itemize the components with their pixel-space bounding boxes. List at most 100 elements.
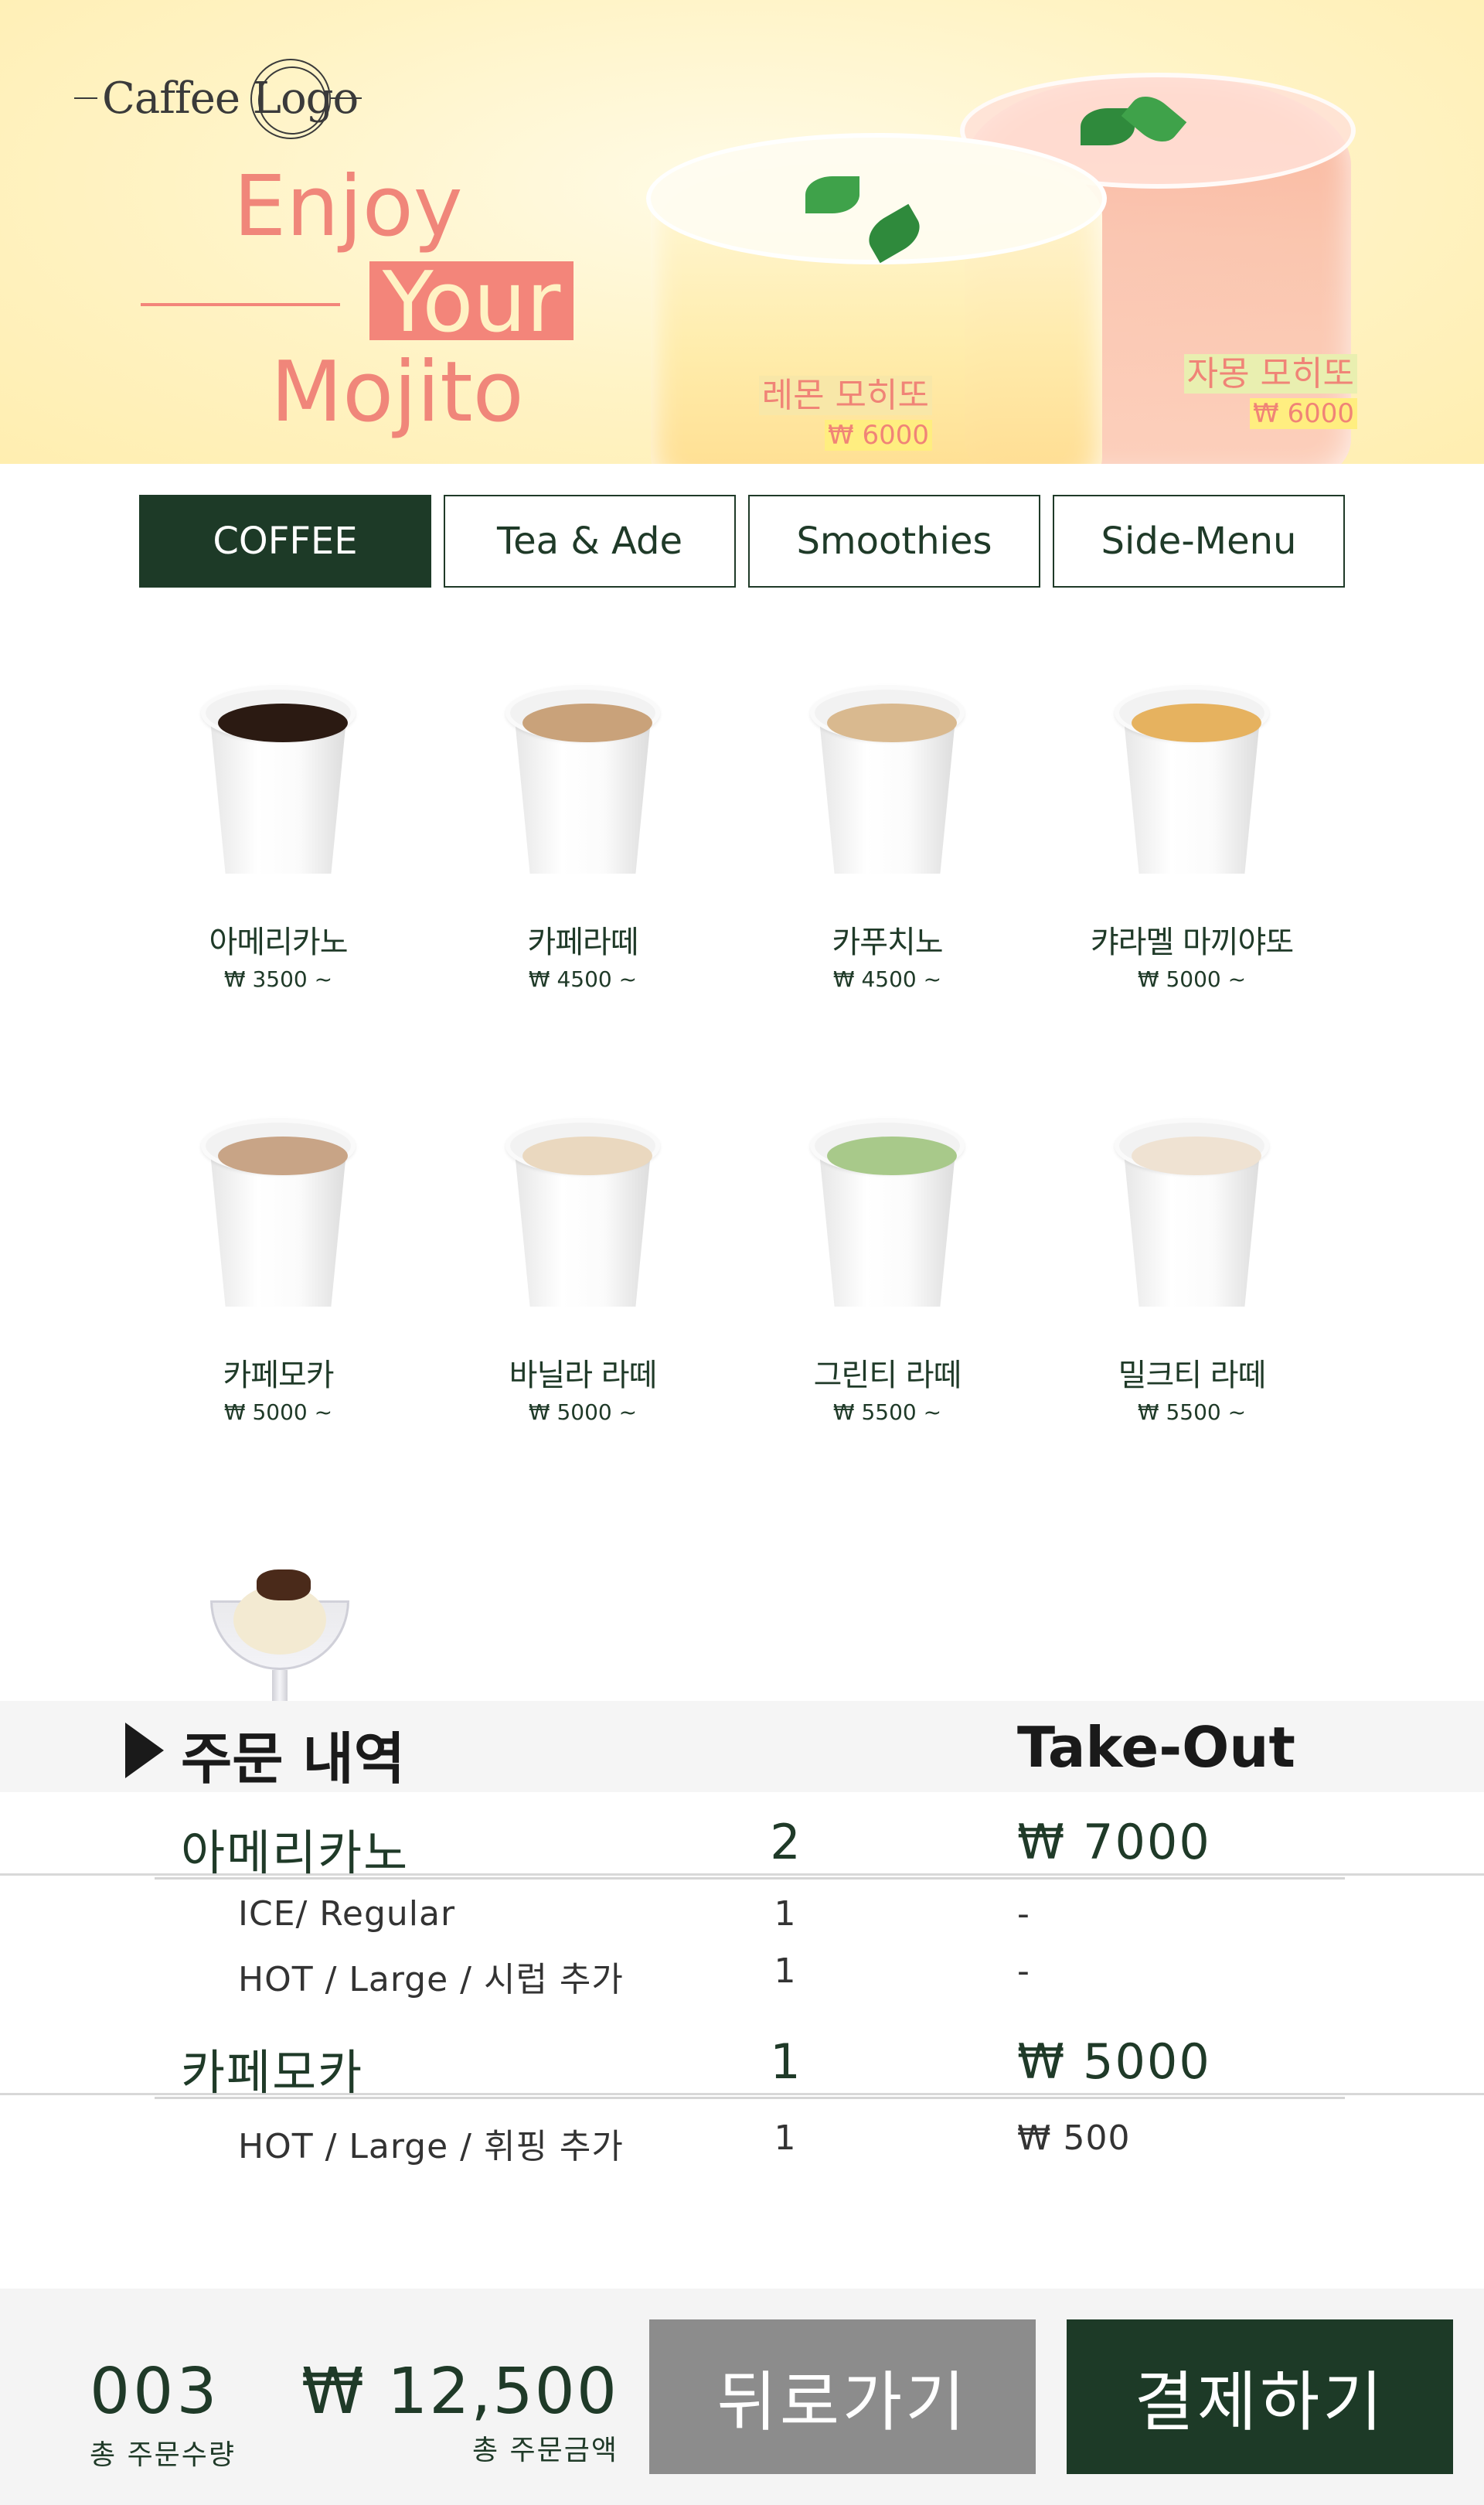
lemon-mojito-name: 레몬 모히또 <box>758 376 932 415</box>
order-mode[interactable]: Take-Out <box>1017 1715 1295 1780</box>
hero-banner: Caffee Logo Enjoy Your Mojito 레몬 모히또 ₩ 6… <box>0 0 1484 464</box>
cup-top <box>810 1118 965 1175</box>
grapefruit-mojito-tag: 자몽 모히또 ₩ 6000 <box>1172 354 1357 431</box>
coffee-surface <box>522 1137 652 1175</box>
coffee-cup-image <box>201 680 356 874</box>
order-item-name: 카페모카 <box>181 2044 364 2101</box>
menu-item-milktea-latte[interactable]: 밀크티 라떼 ₩ 5500 ~ <box>1053 1113 1331 1425</box>
menu-item-affogato[interactable] <box>203 1569 357 1701</box>
logo-ring <box>250 59 331 139</box>
order-option-row: HOT / Large / 시럽 추가 1 - <box>0 1951 1484 1999</box>
play-triangle-icon <box>125 1723 164 1778</box>
menu-item-cafe-latte[interactable]: 카페라떼 ₩ 4500 ~ <box>444 680 722 992</box>
order-option-label: HOT / Large / 시럽 추가 <box>238 1960 624 1999</box>
order-option-qty: 1 <box>774 1894 797 1934</box>
coffee-surface <box>827 704 957 742</box>
cup-top <box>505 685 660 742</box>
category-tabs: COFFEE Tea & Ade Smoothies Side-Menu <box>139 495 1345 588</box>
coffee-cup-image <box>1115 1113 1269 1307</box>
menu-item-caramel-macchiato[interactable]: 캬라멜 마끼야또 ₩ 5000 ~ <box>1053 680 1331 992</box>
mint-leaf-icon <box>805 176 859 213</box>
coffee-surface <box>218 704 348 742</box>
order-title: 주문 내역 <box>181 1726 406 1791</box>
coffee-surface <box>827 1137 957 1175</box>
grapefruit-mojito-price: ₩ 6000 <box>1250 398 1357 430</box>
cup-top <box>505 1118 660 1175</box>
menu-item-name: 카페모카 <box>223 1358 334 1393</box>
cafe-logo: Caffee Logo <box>74 56 368 141</box>
tab-coffee[interactable]: COFFEE <box>139 495 431 588</box>
order-header: 주문 내역 Take-Out <box>0 1701 1484 1792</box>
menu-item-price: ₩ 4500 ~ <box>528 966 638 992</box>
order-item-row[interactable]: 카페모카 1 ₩ 5000 <box>0 2033 1484 2101</box>
order-item-qty: 2 <box>770 1814 801 1870</box>
menu-item-price: ₩ 5000 ~ <box>528 1399 638 1425</box>
slogan-your: Your <box>369 261 574 345</box>
lemon-mojito-tag: 레몬 모히또 ₩ 6000 <box>754 376 932 452</box>
menu-item-greentea-latte[interactable]: 그린티 라떼 ₩ 5500 ~ <box>748 1113 1026 1425</box>
pay-button[interactable]: 결제하기 <box>1067 2319 1453 2474</box>
menu-item-cappuccino[interactable]: 카푸치노 ₩ 4500 ~ <box>748 680 1026 992</box>
coffee-surface <box>1132 1137 1261 1175</box>
menu-item-price: ₩ 4500 ~ <box>832 966 942 992</box>
menu-item-price: ₩ 5500 ~ <box>832 1399 942 1425</box>
total-amount: ₩ 12,500 <box>301 2355 618 2428</box>
menu-item-name: 그린티 라떼 <box>813 1358 962 1393</box>
cup-top <box>1115 685 1269 742</box>
order-option-row: ICE/ Regular 1 - <box>0 1894 1484 1941</box>
coffee-surface <box>1132 704 1261 742</box>
menu-item-price: ₩ 3500 ~ <box>223 966 333 992</box>
total-count-label: 총 주문수량 <box>90 2439 237 2471</box>
chocolate-topping <box>257 1569 311 1600</box>
coffee-cup-image <box>1115 680 1269 874</box>
tab-tea-ade[interactable]: Tea & Ade <box>444 495 736 588</box>
order-item-qty: 1 <box>770 2033 801 2090</box>
menu-item-name: 카푸치노 <box>832 925 943 960</box>
cup-top <box>201 685 356 742</box>
order-footer: 003 총 주문수량 ₩ 12,500 총 주문금액 뒤로가기 결제하기 <box>0 2289 1484 2505</box>
total-amount-label: 총 주문금액 <box>471 2435 618 2466</box>
total-count: 003 <box>90 2355 220 2428</box>
order-item-price: ₩ 7000 <box>1017 1814 1211 1870</box>
order-divider <box>155 1877 1345 1880</box>
cup-top <box>1115 1118 1269 1175</box>
order-option-price: - <box>1017 1951 1030 1991</box>
order-option-price: - <box>1017 1894 1030 1934</box>
lemon-mojito-price: ₩ 6000 <box>825 420 932 452</box>
order-option-qty: 1 <box>774 2118 797 2158</box>
menu-item-name: 바닐라 라떼 <box>509 1358 658 1393</box>
menu-item-americano[interactable]: 아메리카노 ₩ 3500 ~ <box>139 680 417 992</box>
logo-tail <box>331 97 362 99</box>
menu-item-name: 카페라떼 <box>527 925 638 960</box>
logo-line <box>74 97 97 99</box>
order-option-price: ₩ 500 <box>1017 2118 1131 2158</box>
menu-item-price: ₩ 5000 ~ <box>1137 966 1247 992</box>
order-item-name: 아메리카노 <box>181 1825 410 1881</box>
order-divider <box>155 2097 1345 2099</box>
coffee-surface <box>522 704 652 742</box>
menu-item-price: ₩ 5500 ~ <box>1137 1399 1247 1425</box>
menu-item-name: 밀크티 라떼 <box>1118 1358 1267 1393</box>
order-option-row: HOT / Large / 휘핑 추가 1 ₩ 500 <box>0 2118 1484 2166</box>
menu-item-price: ₩ 5000 ~ <box>223 1399 333 1425</box>
menu-item-name: 캬라멜 마끼야또 <box>1090 925 1294 960</box>
order-item-price: ₩ 5000 <box>1017 2033 1211 2090</box>
tab-smoothies[interactable]: Smoothies <box>748 495 1040 588</box>
coffee-cup-image <box>505 680 660 874</box>
menu-item-vanilla-latte[interactable]: 바닐라 라떼 ₩ 5000 ~ <box>444 1113 722 1425</box>
coffee-cup-image <box>201 1113 356 1307</box>
coffee-surface <box>218 1137 348 1175</box>
cup-top <box>810 685 965 742</box>
cup-top <box>201 1118 356 1175</box>
coffee-cup-image <box>810 680 965 874</box>
menu-item-name: 아메리카노 <box>209 925 349 960</box>
slogan-enjoy: Enjoy <box>233 158 463 255</box>
order-item-row[interactable]: 아메리카노 2 ₩ 7000 <box>0 1814 1484 1881</box>
tab-side-menu[interactable]: Side-Menu <box>1053 495 1345 588</box>
menu-item-cafe-mocha[interactable]: 카페모카 ₩ 5000 ~ <box>139 1113 417 1425</box>
back-button[interactable]: 뒤로가기 <box>649 2319 1036 2474</box>
order-option-qty: 1 <box>774 1951 797 1991</box>
glass-stem <box>272 1670 288 1701</box>
order-option-label: ICE/ Regular <box>238 1894 456 1934</box>
slogan-line <box>141 303 340 306</box>
